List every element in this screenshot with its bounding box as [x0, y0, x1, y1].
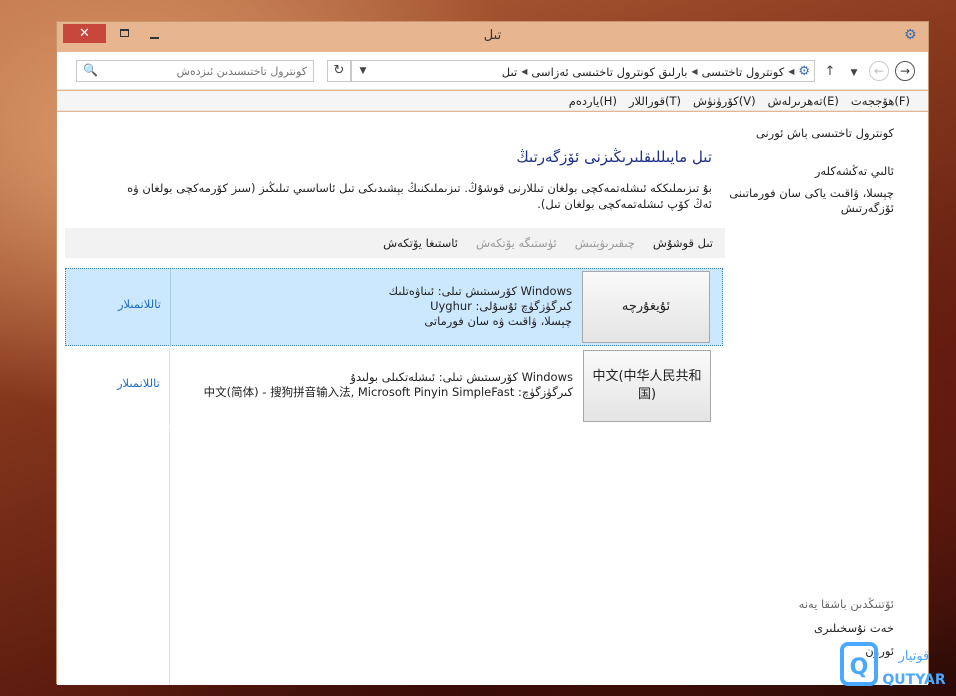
language-info: Windows كۆرسىتىش تىلى: ئىشلەتكىلى بولىدۇ…: [204, 370, 573, 400]
language-info: Windows كۆرسىتىش تىلى: ئىناۋەتلىك كىرگۈز…: [389, 284, 572, 329]
menu-tools[interactable]: قوراللار(T): [629, 94, 681, 108]
task-pane: كونترول تاختىسى باش ئورنى ئالىي تەڭشەكلە…: [723, 112, 928, 685]
address-path[interactable]: ▼ ⚙ ◀ كونترول تاختىسى ◀ بارلىق كونترول ت…: [351, 60, 815, 82]
arrow-right-icon: →: [899, 64, 911, 78]
row-divider: [170, 269, 171, 347]
control-panel-window: ✕ تىل ⚙ 🔍 ↻ ▼ ⚙ ◀ كونترول تاختىسى ◀ بارل…: [56, 21, 929, 685]
logo-mark: Q: [850, 655, 869, 680]
fonts-link[interactable]: خەت نۇسخىلىرى: [814, 621, 894, 635]
search-box[interactable]: 🔍: [76, 60, 314, 82]
menu-file[interactable]: ھۆججەت(F): [851, 94, 910, 108]
column-divider: [169, 427, 170, 685]
language-row-uyghur[interactable]: تاللانمىلار Windows كۆرسىتىش تىلى: ئىناۋ…: [65, 268, 723, 347]
content-area: كونترول تاختىسى باش ئورنى ئالىي تەڭشەكلە…: [57, 112, 928, 685]
menu-edit[interactable]: تەھرىرلەش(E): [768, 94, 839, 108]
history-dropdown-button[interactable]: ▼: [354, 63, 372, 79]
arrow-up-icon: ↑: [824, 63, 836, 79]
breadcrumb-separator-icon[interactable]: ◀: [691, 67, 697, 76]
logo-text: QUTYAR: [882, 672, 945, 688]
address-bar: 🔍 ↻ ▼ ⚙ ◀ كونترول تاختىسى ◀ بارلىق كونتر…: [57, 52, 928, 90]
add-language-button[interactable]: تىل قوشۇش: [653, 236, 713, 250]
row-divider: [169, 348, 170, 426]
language-tile[interactable]: ئۇيغۇرچە: [582, 271, 710, 343]
forward-button[interactable]: ←: [869, 61, 889, 81]
advanced-settings-link[interactable]: ئالىي تەڭشەكلەر: [815, 164, 894, 178]
breadcrumb: ⚙ ◀ كونترول تاختىسى ◀ بارلىق كونترول تاخ…: [502, 64, 810, 79]
language-row-chinese[interactable]: تاللانمىلار Windows كۆرسىتىش تىلى: ئىشلە…: [65, 348, 723, 426]
menu-bar: ھۆججەت(F) تەھرىرلەش(E) كۆرۈنۈش(V) قورالل…: [57, 91, 928, 111]
logo-arabic: قوتيار: [898, 649, 930, 664]
move-down-button[interactable]: ئاستىغا يۆتكەش: [383, 236, 458, 250]
control-panel-home-link[interactable]: كونترول تاختىسى باش ئورنى: [756, 126, 894, 140]
menu-view[interactable]: كۆرۈنۈش(V): [693, 94, 756, 108]
options-link[interactable]: تاللانمىلار: [118, 297, 161, 311]
options-link[interactable]: تاللانمىلار: [117, 376, 160, 390]
see-also-heading: ئۆتنىڭدىن باشقا يەنە: [798, 597, 894, 611]
arrow-left-icon: ←: [873, 64, 885, 78]
search-icon: 🔍: [83, 63, 98, 77]
refresh-button[interactable]: ↻: [327, 60, 351, 82]
search-input[interactable]: [101, 62, 307, 80]
remove-button[interactable]: چىقىرىۋېتىش: [575, 236, 635, 250]
refresh-icon: ↻: [333, 63, 345, 78]
up-button[interactable]: ↑: [821, 64, 839, 79]
control-panel-icon: ⚙: [904, 27, 917, 43]
breadcrumb-language[interactable]: تىل: [502, 65, 517, 79]
menu-help[interactable]: ياردەم(H): [569, 94, 617, 108]
datetime-format-link[interactable]: چېسلا، ۋاقىت ياكى سان فورماتىنى ئۆزگەرتى…: [724, 186, 894, 216]
format-info: چېسلا، ۋاقىت ۋە سان فورماتى: [424, 314, 572, 328]
language-tile[interactable]: 中文(中华人民共和国): [583, 350, 711, 422]
recent-locations-button[interactable]: ▼: [845, 64, 863, 79]
window-title: تىل: [483, 28, 502, 43]
control-panel-icon: ⚙: [798, 64, 810, 79]
title-bar: ✕ تىل ⚙: [57, 22, 928, 50]
display-language-status: Windows كۆرسىتىش تىلى: ئىشلەتكىلى بولىدۇ: [350, 370, 573, 384]
page-title: تىل مايىللىقلىرىڭىزنى ئۆزگەرتىڭ: [516, 148, 712, 166]
chevron-down-icon: ▼: [359, 66, 367, 76]
chevron-down-icon: ▼: [850, 67, 858, 78]
input-method: كىرگۈزگۈچ: 中文(简体) - 搜狗拼音输入法, Microsoft P…: [203, 385, 573, 399]
breadcrumb-all-items[interactable]: بارلىق كونترول تاختىسى ئەزاسى: [531, 65, 687, 79]
page-description: بۇ تىزىملىككە ئىشلەتمەكچى بولغان تىللارن…: [127, 181, 712, 211]
breadcrumb-separator-icon[interactable]: ◀: [788, 67, 794, 76]
breadcrumb-control-panel[interactable]: كونترول تاختىسى: [702, 65, 785, 79]
breadcrumb-separator-icon[interactable]: ◀: [521, 67, 527, 76]
qutyar-logo: Q قوتيار QUTYAR: [840, 642, 946, 688]
back-button[interactable]: →: [895, 61, 915, 81]
input-method: كىرگۈزگۈچ ئۇسۇلى: Uyghur: [430, 299, 572, 313]
navigation-buttons: ↑ ▼ ← →: [821, 60, 915, 82]
display-language-status: Windows كۆرسىتىش تىلى: ئىناۋەتلىك: [388, 284, 572, 298]
move-up-button[interactable]: ئۈستىگە يۆتكەش: [476, 236, 557, 250]
language-toolbar: تىل قوشۇش چىقىرىۋېتىش ئۈستىگە يۆتكەش ئاس…: [65, 228, 725, 258]
main-panel: تىل مايىللىقلىرىڭىزنى ئۆزگەرتىڭ بۇ تىزىم…: [65, 112, 725, 685]
